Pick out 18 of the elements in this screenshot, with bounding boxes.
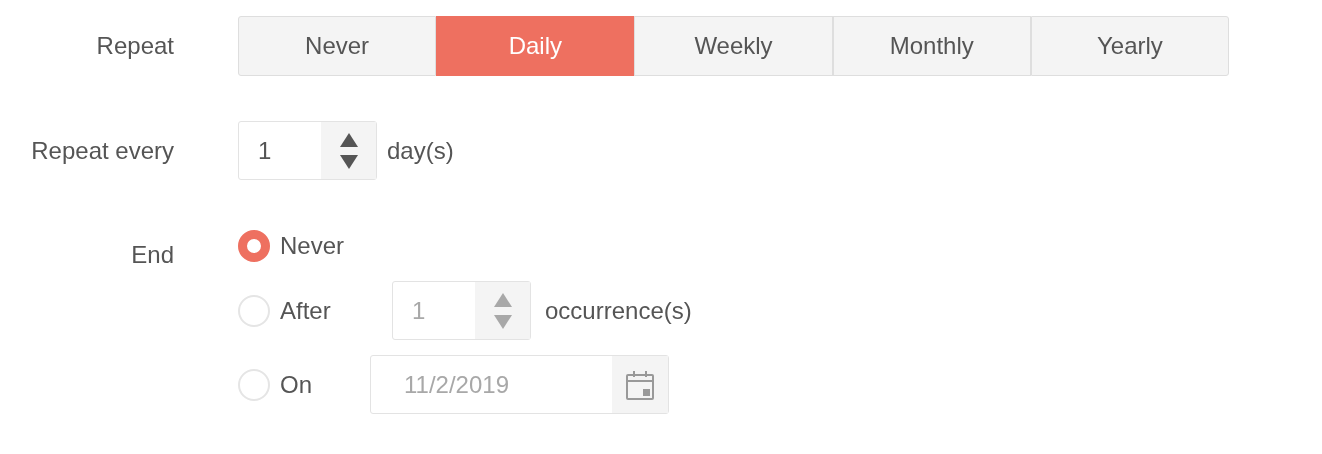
- unit-label: day(s): [387, 135, 454, 166]
- field-label: Repeat every: [30, 135, 174, 166]
- number-spinner[interactable]: 1: [238, 121, 377, 180]
- radio-label: After: [280, 295, 331, 326]
- date-value: 11/2/2019: [403, 369, 510, 400]
- spinner-value: 1: [411, 295, 427, 326]
- decrement-icon[interactable]: [339, 154, 358, 169]
- segment-tab[interactable]: Yearly: [1030, 16, 1229, 76]
- field-label: Repeat: [95, 31, 174, 61]
- segment-tab[interactable]: Never: [238, 16, 437, 76]
- unit-label: occurrence(s): [545, 295, 692, 326]
- increment-icon[interactable]: [339, 132, 358, 147]
- radio-label: Never: [280, 231, 345, 261]
- segment-tab[interactable]: Weekly: [634, 16, 833, 76]
- radio-label: On: [280, 369, 312, 400]
- segment-tab[interactable]: Monthly: [832, 16, 1031, 76]
- spinner-value: 1: [257, 135, 273, 166]
- radio-button[interactable]: [238, 230, 270, 262]
